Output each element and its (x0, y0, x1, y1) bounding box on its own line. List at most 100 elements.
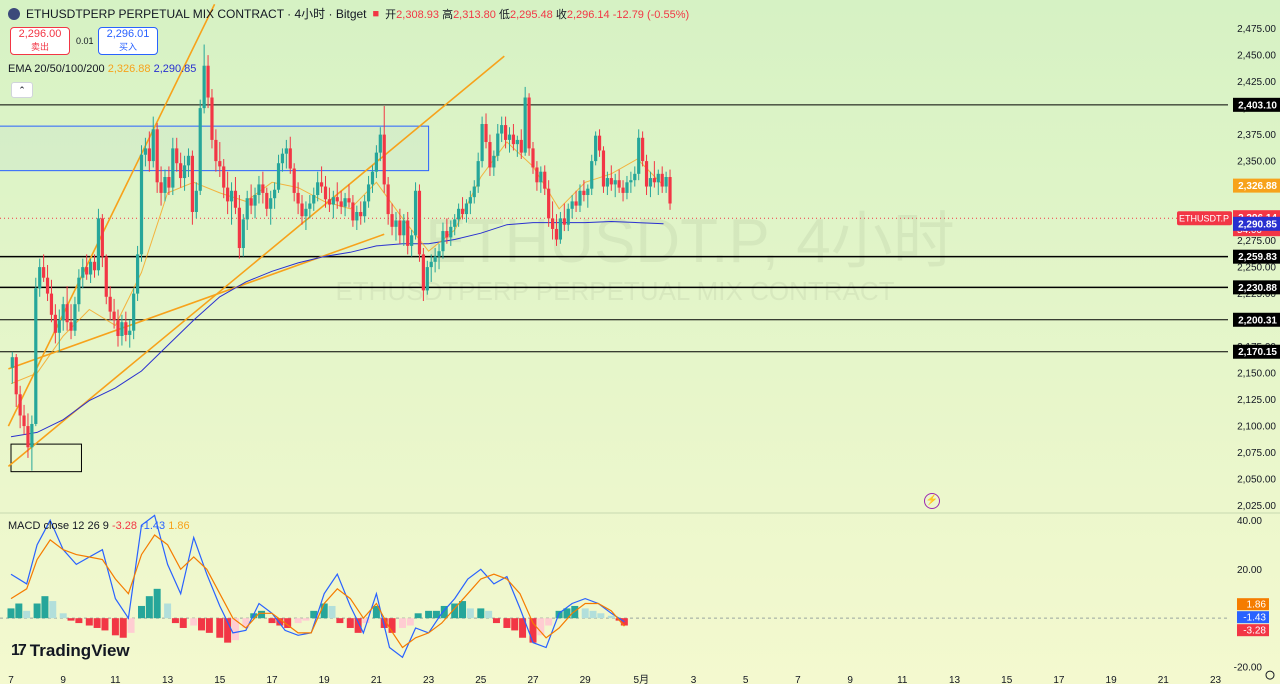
candle-body (49, 293, 54, 315)
ema-value-1: 2,326.88 (107, 63, 151, 75)
candle-body (523, 97, 527, 153)
candle-body (190, 155, 194, 212)
macd-histogram-bar (477, 608, 485, 619)
candle-body (300, 203, 304, 217)
x-tick-label: 19 (319, 675, 331, 684)
ema-legend[interactable]: EMA 20/50/100/200 2,326.88 2,290.85 (8, 63, 196, 75)
candle-body (327, 199, 332, 205)
candle-body (413, 190, 418, 236)
candle-body (562, 218, 566, 225)
candle-body (453, 219, 457, 227)
candle-body (586, 188, 590, 196)
candle-body (18, 394, 22, 416)
symbol-title[interactable]: ETHUSDTPERP PERPETUAL MIX CONTRACT · 4小时… (26, 5, 367, 22)
candle-body (390, 214, 394, 227)
candle-body (186, 155, 191, 166)
macd-histogram-bar (320, 603, 328, 619)
x-tick-label: 15 (214, 675, 226, 684)
x-tick-label: 23 (423, 675, 435, 684)
macd-histogram-bar (59, 613, 67, 619)
ema-label: EMA 20/50/100/200 (8, 63, 105, 75)
watermark-symbol: ETHUSDT.P, 4小时 (425, 207, 954, 276)
macd-legend[interactable]: MACD close 12 26 9 -3.28 -1.43 1.86 (8, 520, 190, 532)
candle-body (96, 218, 101, 271)
candle-body (14, 357, 18, 395)
macd-histogram-bar (459, 601, 467, 619)
tradingview-logo[interactable]: 17 TradingView (11, 641, 130, 661)
low-label: 低 (498, 8, 510, 21)
candle-body (617, 180, 621, 188)
macd-y-tick-label: 20.00 (1237, 565, 1262, 576)
macd-histogram-bar (294, 618, 302, 624)
candle-body (633, 173, 637, 181)
macd-histogram-bar (119, 618, 127, 638)
candle-body (229, 190, 234, 202)
candle-body (77, 277, 81, 305)
candle-body (574, 201, 578, 206)
macd-histogram-bar (33, 603, 41, 619)
macd-value-tag-label: -1.43 (1243, 613, 1266, 624)
macd-histogram-bar (336, 618, 344, 624)
alert-icon[interactable]: ■ (373, 8, 380, 20)
macd-histogram-bar (571, 605, 579, 619)
lightning-icon[interactable]: ⚡ (924, 493, 940, 509)
candle-body (492, 155, 496, 168)
candle-body (363, 201, 367, 217)
candle-body (38, 267, 42, 289)
candle-body (10, 357, 14, 368)
sell-button[interactable]: 2,296.00 卖出 (10, 27, 70, 55)
candle-body (312, 195, 316, 204)
macd-histogram-bar (581, 608, 589, 619)
macd-histogram-bar (67, 618, 75, 621)
candle-body (539, 171, 543, 183)
candle-body (605, 178, 609, 187)
ema-value-2: 2,290.85 (153, 63, 197, 75)
candle-body (151, 129, 155, 162)
y-tick-label: 2,475.00 (1237, 24, 1276, 35)
sell-label: 卖出 (30, 42, 49, 52)
candle-body (257, 184, 261, 196)
y-tick-label: 2,150.00 (1237, 369, 1276, 380)
macd-histogram-bar (597, 613, 605, 619)
candle-body (637, 137, 641, 174)
candle-body (648, 178, 653, 187)
macd-histogram-bar (545, 618, 553, 626)
macd-value-3: 1.86 (168, 520, 190, 532)
y-tick-label: 2,375.00 (1237, 130, 1276, 141)
candle-body (65, 304, 69, 323)
candle-body (594, 135, 598, 162)
buy-button[interactable]: 2,296.01 买入 (98, 27, 158, 55)
macd-histogram-bar (354, 618, 362, 633)
macd-histogram-bar (466, 608, 474, 619)
candle-body (406, 220, 410, 246)
candle-body (656, 173, 660, 183)
candle-body (429, 261, 433, 268)
collapse-legend-button[interactable]: ⌃ (11, 82, 33, 98)
candle-body (339, 201, 343, 207)
candle-body (641, 137, 645, 162)
candle-body (398, 220, 402, 236)
macd-histogram-bar (164, 603, 172, 619)
macd-histogram-bar (302, 618, 310, 621)
macd-histogram-bar (75, 618, 83, 624)
y-tick-label: 2,050.00 (1237, 475, 1276, 486)
x-tick-label: 9 (60, 675, 66, 684)
candle-body (335, 197, 339, 202)
candle-body (202, 65, 206, 109)
level-tag-label: 2,403.10 (1238, 100, 1277, 111)
macd-histogram-bar (111, 618, 119, 636)
candle-body (597, 135, 602, 151)
y-tick-label: 2,350.00 (1237, 157, 1276, 168)
macd-histogram-bar (492, 618, 500, 624)
candle-body (175, 148, 179, 164)
x-tick-label: 19 (1106, 675, 1118, 684)
y-tick-label: 2,025.00 (1237, 501, 1276, 512)
tradingview-mark-icon: 17 (11, 642, 27, 659)
macd-value-tag-label: -3.28 (1243, 626, 1266, 637)
chart-canvas[interactable]: ETHUSDT.P, 4小时 ETHUSDTPERP PERPETUAL MIX … (0, 0, 1280, 684)
candle-body (73, 304, 77, 331)
candle-body (241, 219, 245, 249)
level-tag-label: 2,170.15 (1238, 347, 1277, 358)
macd-histogram-bar (15, 603, 23, 619)
x-tick-label: 29 (580, 675, 592, 684)
